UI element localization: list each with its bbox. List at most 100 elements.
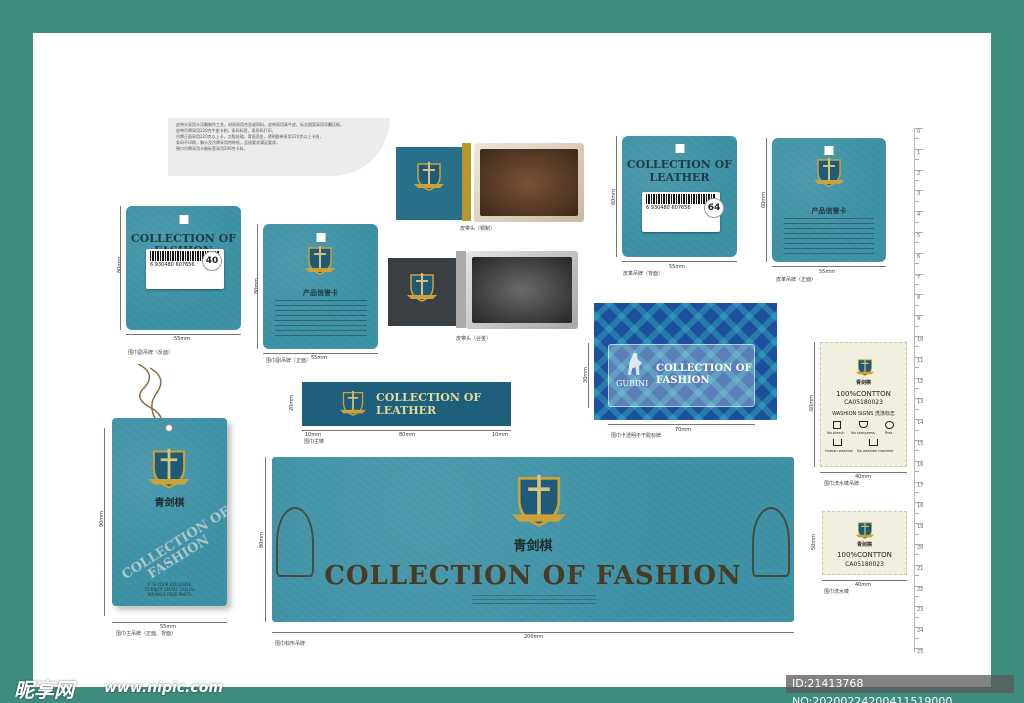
- ruler-number: 0: [917, 129, 921, 135]
- ruler-number: 13: [917, 399, 924, 406]
- ruler-number: 23: [917, 607, 924, 614]
- ruler-minor-tick: [915, 180, 919, 181]
- tag-title-line1: COLLECTION OF: [626, 158, 733, 171]
- ruler-number: 19: [917, 524, 924, 531]
- dim-label: 40mm: [855, 582, 872, 588]
- neck-label: COLLECTION OF LEATHER: [302, 382, 511, 426]
- ruler-minor-tick: [915, 284, 919, 285]
- scarf-sub-tag-back: COLLECTION OF FASHION 6 930480 607656 40: [126, 206, 241, 330]
- no-iron-icon: [859, 421, 868, 428]
- banner-small-text: [472, 595, 596, 605]
- dim-line: [814, 342, 815, 467]
- ruler-minor-tick: [915, 325, 919, 327]
- wash-label-small: 青剑棋 100%CONTTON CA05180023: [822, 511, 907, 575]
- dim-label: 80mm: [399, 432, 416, 438]
- dim-line: [126, 334, 241, 335]
- ruler-minor-tick: [915, 242, 919, 244]
- brand-name: 青剑棋: [513, 539, 553, 554]
- brand-name: 青剑棋: [856, 542, 872, 548]
- ruler-minor-tick: [915, 200, 919, 202]
- brand-shield-icon: [814, 158, 844, 187]
- ruler-number: 17: [917, 482, 924, 489]
- neck-label-line1: COLLECTION OF: [376, 391, 482, 404]
- barcode-number: 6 930480: [646, 205, 670, 211]
- brand-shield-icon: [148, 448, 190, 489]
- ruler-number: 10: [917, 337, 924, 343]
- ruler-number: 6: [917, 253, 921, 260]
- buckle-relief: [472, 257, 572, 323]
- ruler-number: 2: [917, 170, 921, 177]
- hand-wash-icon: [833, 439, 842, 446]
- brand-shield-icon: [414, 162, 444, 191]
- ruler-number: 21: [917, 565, 924, 572]
- dim-label: 200mm: [524, 634, 544, 640]
- sticker-line1: COLLECTION OF: [656, 363, 752, 374]
- hang-tag-text: IT IS YOUR EXCLUSIVE TO ENJOY SMART CASU…: [112, 582, 227, 597]
- ruler-number: 25: [917, 649, 924, 655]
- ruler-minor-tick: [915, 138, 919, 140]
- neck-label-line2: LEATHER: [376, 404, 437, 417]
- desc-line: 围巾吊牌采用卡制标签采用200克卡料。: [176, 146, 248, 151]
- caption: 皮带头（合金）: [456, 336, 492, 342]
- size-badge: 40: [202, 251, 222, 271]
- caption: 围巾副吊牌（正面）: [266, 358, 312, 364]
- ruler-number: 1: [917, 149, 921, 156]
- buckle-relief: [480, 149, 578, 216]
- dim-line: [104, 428, 105, 616]
- tag-text-line: WRINKLE FREE PANTS: [147, 592, 192, 597]
- ruler-minor-tick: [915, 450, 919, 452]
- dim-line: [822, 580, 907, 581]
- tag-title-line2: LEATHER: [649, 171, 710, 184]
- product-card-text: [275, 300, 367, 340]
- dim-line: [263, 353, 378, 354]
- ruler-number: 20: [917, 545, 924, 551]
- ruler-number: 5: [917, 233, 921, 239]
- caption: 围巾主唛: [304, 439, 325, 445]
- punch-hole: [824, 146, 834, 155]
- watermark-url: www.nipic.com: [104, 680, 223, 696]
- dry-clean-icon: [885, 421, 894, 429]
- dim-line: [772, 266, 886, 267]
- material: 100%CONTTON: [837, 551, 892, 559]
- dim-line: [588, 343, 589, 408]
- brand-name: 青剑棋: [154, 498, 185, 509]
- watermark-logo: 昵享网: [14, 674, 74, 703]
- ruler-minor-tick: [915, 533, 919, 535]
- ruler-minor-tick: [915, 616, 919, 618]
- brand-shield-icon: [512, 474, 566, 527]
- ruler-number: 9: [917, 316, 921, 323]
- care-icon-label: Plea: [885, 431, 893, 435]
- punch-hole: [179, 215, 188, 224]
- dim-line: [616, 136, 617, 257]
- ruler-minor-tick: [915, 512, 919, 514]
- ruler-minor-tick: [915, 554, 919, 556]
- dim-line: [257, 224, 258, 349]
- sticker-line2: FASHION: [656, 375, 710, 386]
- dim-line: [120, 206, 121, 330]
- caption: 围巾主吊牌（正面、背面）: [116, 631, 177, 637]
- belt-buckle-alloy: [466, 251, 578, 329]
- ruler-number: 11: [917, 357, 924, 364]
- leather-tag-front: 产品信誉卡: [772, 138, 886, 262]
- watermark-cn: 昵享网: [14, 678, 74, 702]
- ruler-number: 15: [917, 441, 924, 447]
- gubini-label: GUBINI: [616, 379, 649, 388]
- no-bleach-icon: [833, 421, 841, 429]
- punch-hole: [316, 233, 325, 242]
- brand-shield-icon: [407, 273, 437, 302]
- ruler-minor-tick: [915, 596, 919, 597]
- ruler-minor-tick: [915, 575, 919, 577]
- product-card-text: [784, 218, 874, 254]
- ruler-minor-tick: [915, 408, 919, 410]
- brand-shield-icon: [305, 246, 335, 275]
- barcode-number: 6 930480: [150, 262, 174, 268]
- ruler-minor-tick: [915, 304, 919, 306]
- ruler-number: 16: [917, 461, 924, 468]
- caption: 皮带头（铜制）: [460, 226, 496, 232]
- caption: 围巾洗水唛吊牌: [824, 481, 860, 487]
- no-machine-wash-icon: [869, 439, 878, 446]
- dim-line: [820, 472, 907, 473]
- dim-label: 55mm: [669, 264, 686, 270]
- ruler-minor-tick: [915, 637, 919, 639]
- dim-label: 20mm: [289, 394, 296, 412]
